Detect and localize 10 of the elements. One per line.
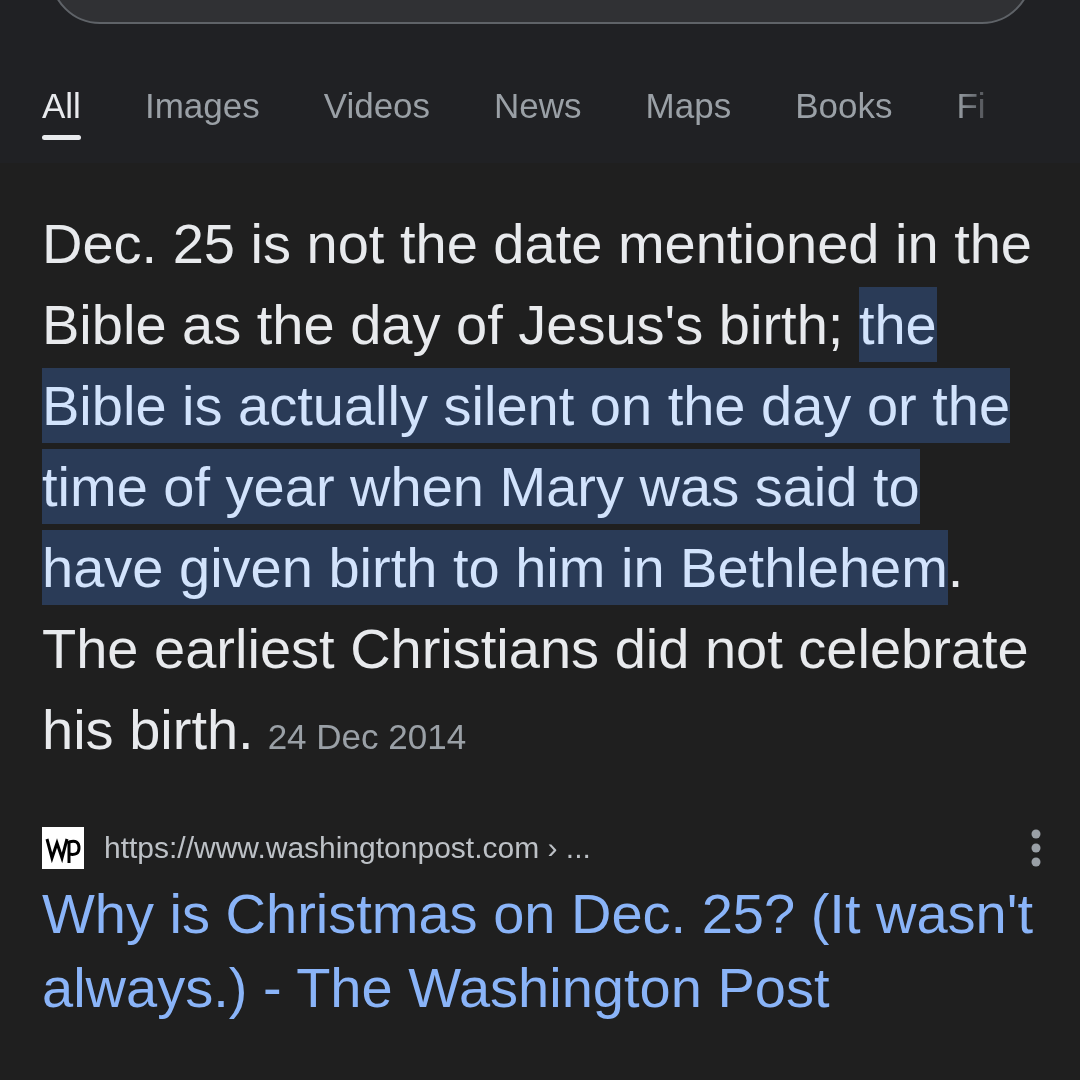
tab[interactable]: Fi xyxy=(956,86,986,140)
tab[interactable]: All xyxy=(42,86,81,140)
more-options-icon[interactable] xyxy=(1030,828,1042,868)
tab[interactable]: Images xyxy=(144,86,260,140)
tab[interactable]: Videos xyxy=(323,86,431,140)
result-url[interactable]: https://www.washingtonpost.com › ... xyxy=(104,831,1030,865)
tab[interactable]: News xyxy=(494,86,582,140)
result-title-link[interactable]: Why is Christmas on Dec. 25? (It wasn't always.) - The Washington Post xyxy=(42,877,1042,1025)
tab[interactable]: Maps xyxy=(645,86,732,140)
tab[interactable]: Books xyxy=(795,86,893,140)
